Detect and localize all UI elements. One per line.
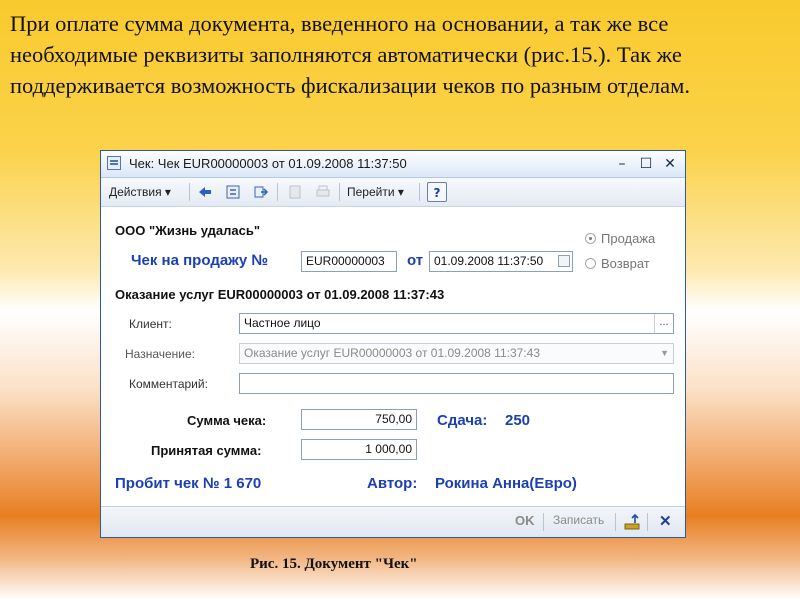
- radio-return-label: Возврат: [601, 256, 650, 271]
- select-ellipsis-button[interactable]: ...: [654, 314, 673, 333]
- comment-label: Комментарий:: [129, 377, 208, 391]
- window-footer: OK Записать ✕: [101, 506, 685, 537]
- receipt-date-from-label: от: [407, 252, 424, 269]
- footer-close-button[interactable]: ✕: [659, 512, 672, 530]
- client-input[interactable]: Частное лицо ...: [239, 313, 674, 334]
- window-title: Чек: Чек EUR00000003 от 01.09.2008 11:37…: [129, 156, 407, 171]
- intro-text: При оплате сумма документа, введенного н…: [10, 11, 690, 98]
- save-button[interactable]: Записать: [553, 513, 604, 527]
- radio-sale-label: Продажа: [601, 231, 656, 246]
- toolbar-separator: [277, 183, 278, 201]
- toolbar-separator: [189, 183, 190, 201]
- refresh-icon[interactable]: [223, 182, 243, 202]
- post-document-icon[interactable]: [623, 513, 643, 531]
- accepted-sum-input[interactable]: 1 000,00: [301, 439, 417, 460]
- back-arrow-icon[interactable]: [195, 182, 215, 202]
- window-titlebar[interactable]: Чек: Чек EUR00000003 от 01.09.2008 11:37…: [101, 151, 685, 178]
- receipt-window: Чек: Чек EUR00000003 от 01.09.2008 11:37…: [100, 150, 686, 538]
- print-icon[interactable]: [313, 182, 333, 202]
- receipt-date-input[interactable]: 01.09.2008 11:37:50: [429, 251, 573, 272]
- receipt-date-value: 01.09.2008 11:37:50: [434, 254, 544, 268]
- sum-input[interactable]: 750,00: [301, 409, 417, 430]
- radio-sale[interactable]: Продажа: [585, 231, 655, 246]
- printed-receipt-label: Пробит чек № 1 670: [115, 475, 262, 492]
- purpose-select[interactable]: Оказание услуг EUR00000003 от 01.09.2008…: [239, 343, 674, 364]
- author-value: Рокина Анна(Евро): [435, 475, 577, 492]
- transfer-icon[interactable]: [251, 182, 271, 202]
- toolbar-separator: [419, 183, 420, 201]
- comment-input[interactable]: [239, 373, 674, 394]
- purpose-label: Назначение:: [125, 347, 196, 361]
- organization-name: ООО "Жизнь удалась": [115, 223, 261, 238]
- chevron-down-icon[interactable]: ▼: [660, 344, 669, 363]
- maximize-button[interactable]: ☐: [637, 155, 655, 173]
- footer-separator: [543, 513, 544, 531]
- toolbar: Действия ▾ Перейти ▾ ?: [101, 178, 685, 207]
- toolbar-separator: [339, 183, 340, 201]
- radio-return-dot: [585, 258, 596, 269]
- footer-separator: [647, 513, 648, 531]
- purpose-value: Оказание услуг EUR00000003 от 01.09.2008…: [244, 346, 540, 360]
- window-close-button[interactable]: ✕: [661, 155, 679, 173]
- calendar-icon[interactable]: [558, 255, 570, 267]
- change-label: Сдача:: [437, 412, 488, 429]
- radio-return[interactable]: Возврат: [585, 256, 650, 271]
- structure-icon[interactable]: [285, 182, 305, 202]
- author-label: Автор:: [367, 475, 418, 492]
- minimize-button[interactable]: –: [613, 155, 631, 173]
- accepted-sum-label: Принятая сумма:: [151, 443, 262, 458]
- client-label: Клиент:: [129, 317, 172, 331]
- sum-label: Сумма чека:: [187, 413, 267, 428]
- help-button[interactable]: ?: [427, 182, 447, 202]
- ok-button[interactable]: OK: [515, 513, 535, 528]
- figure-caption: Рис. 15. Документ "Чек": [250, 556, 418, 572]
- radio-sale-dot: [585, 233, 596, 244]
- actions-menu-button[interactable]: Действия ▾: [109, 182, 171, 202]
- footer-separator: [615, 513, 616, 531]
- basis-document-link[interactable]: Оказание услуг EUR00000003 от 01.09.2008…: [115, 287, 444, 302]
- goto-menu-button[interactable]: Перейти ▾: [347, 182, 404, 202]
- change-value: 250: [505, 412, 531, 429]
- receipt-number-input[interactable]: EUR00000003: [301, 251, 397, 272]
- receipt-number-label: Чек на продажу №: [131, 252, 269, 269]
- client-value: Частное лицо: [244, 316, 321, 330]
- document-icon: [107, 156, 121, 170]
